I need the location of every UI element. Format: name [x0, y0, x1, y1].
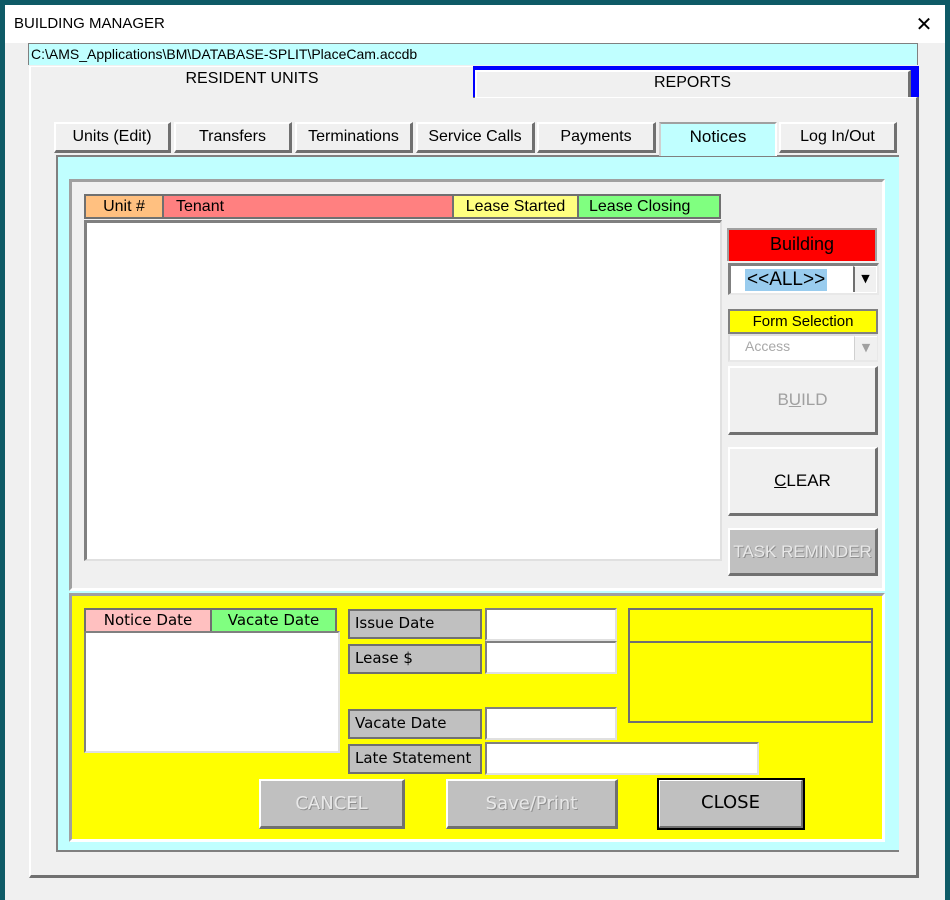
build-label-post: ILD	[801, 390, 828, 409]
build-label-pre: B	[777, 390, 789, 409]
tab-reports[interactable]: REPORTS	[475, 70, 911, 97]
clear-label-hotkey: C	[774, 471, 787, 490]
column-header-notice-date[interactable]: Notice Date	[84, 608, 212, 633]
subtab-units-edit[interactable]: Units (Edit)	[54, 122, 171, 153]
column-header-lease-closing[interactable]: Lease Closing	[577, 194, 721, 219]
vacate-date-label: Vacate Date	[348, 709, 482, 739]
subtab-service-calls[interactable]: Service Calls	[416, 122, 535, 153]
building-selected-value[interactable]: <<ALL>>	[745, 269, 828, 291]
form-selection-value: Access	[745, 338, 791, 354]
late-statement-label: Late Statement	[348, 744, 482, 774]
column-header-vacate-date[interactable]: Vacate Date	[210, 608, 337, 633]
column-header-lease-started[interactable]: Lease Started	[452, 194, 579, 219]
subtab-payments[interactable]: Payments	[537, 122, 656, 153]
subtab-terminations[interactable]: Terminations	[295, 122, 413, 153]
task-reminder-button[interactable]: TASK REMINDER	[728, 528, 878, 576]
units-list[interactable]	[84, 220, 722, 561]
vacate-date-input[interactable]	[485, 707, 617, 740]
tab-resident-units[interactable]: RESIDENT UNITS	[29, 66, 475, 98]
notice-info-body	[628, 641, 873, 723]
chevron-down-icon[interactable]: ▼	[853, 266, 876, 292]
issue-date-label: Issue Date	[348, 609, 482, 639]
lease-amount-label: Lease $	[348, 644, 482, 674]
chevron-down-icon[interactable]: ▼	[854, 336, 877, 360]
clear-label-post: LEAR	[786, 471, 831, 490]
building-label: Building	[727, 228, 877, 261]
window-title: BUILDING MANAGER	[14, 15, 165, 32]
subtab-transfers[interactable]: Transfers	[174, 122, 292, 153]
clear-button[interactable]: CLEAR	[728, 447, 878, 516]
save-print-button[interactable]: Save/Print	[446, 779, 618, 829]
column-header-unit[interactable]: Unit #	[84, 194, 164, 219]
build-label-hotkey: U	[788, 390, 802, 409]
subtab-notices[interactable]: Notices	[659, 122, 777, 156]
issue-date-input[interactable]	[485, 608, 617, 641]
lease-amount-input[interactable]	[485, 641, 617, 674]
notice-info-header	[628, 608, 873, 643]
cancel-button[interactable]: CANCEL	[259, 779, 405, 829]
database-path: C:\AMS_Applications\BM\DATABASE-SPLIT\Pl…	[28, 43, 918, 65]
notices-list[interactable]	[84, 631, 340, 753]
late-statement-input[interactable]	[485, 742, 759, 775]
close-icon[interactable]: ✕	[912, 12, 936, 36]
close-button[interactable]: CLOSE	[657, 778, 805, 830]
subtab-log-in-out[interactable]: Log In/Out	[779, 122, 897, 153]
build-button[interactable]: BUILD	[728, 366, 878, 435]
column-header-tenant[interactable]: Tenant	[162, 194, 454, 219]
form-selection-label: Form Selection	[728, 309, 878, 334]
